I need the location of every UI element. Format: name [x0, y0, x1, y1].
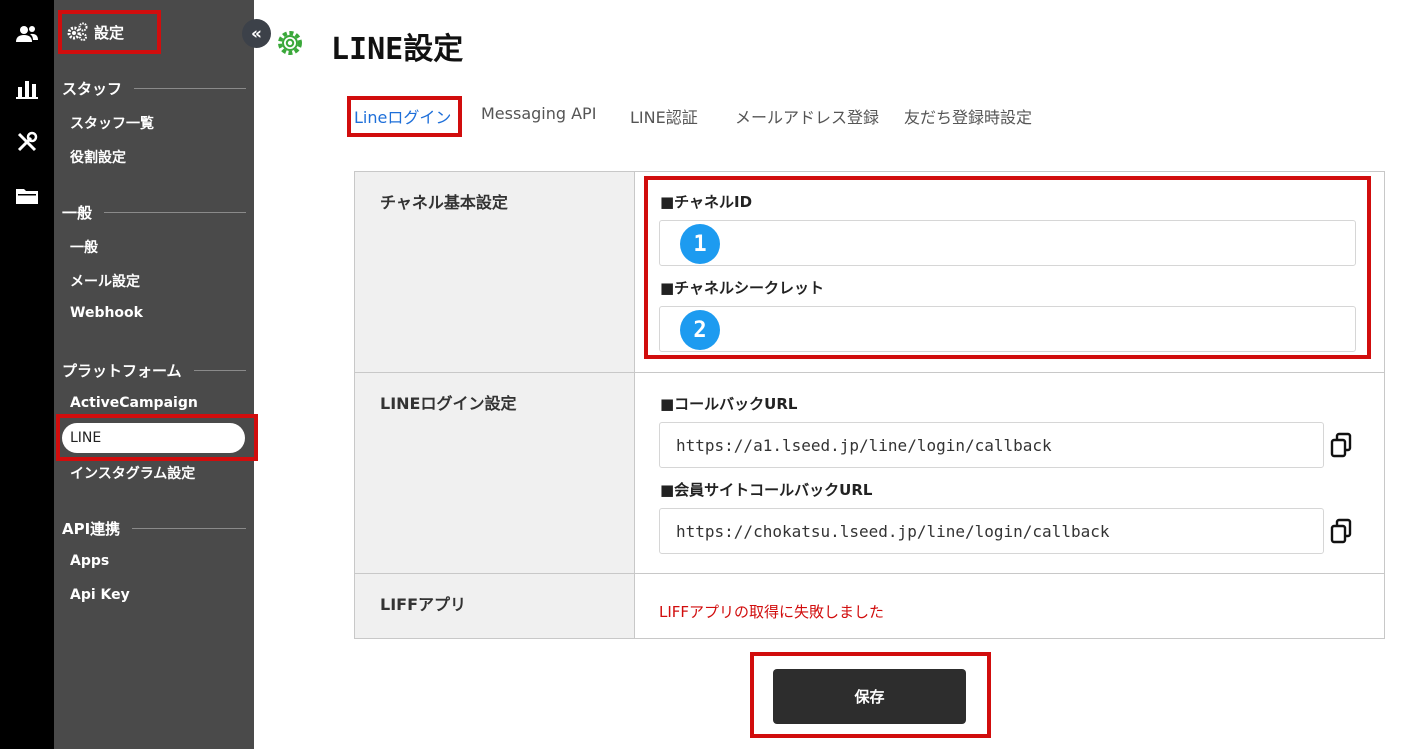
sidebar-item-mail-settings[interactable]: メール設定: [70, 271, 140, 291]
sidebar-item-activecampaign[interactable]: ActiveCampaign: [70, 395, 198, 411]
collapse-sidebar-button[interactable]: «: [242, 19, 271, 48]
channel-highlight-box: [644, 176, 1371, 359]
tab-line-login[interactable]: Lineログイン: [354, 104, 451, 128]
section-title-general: 一般: [62, 202, 246, 223]
callback-url-label: ■コールバックURL: [660, 395, 798, 413]
gear-icon: [274, 27, 306, 63]
tools-icon[interactable]: [13, 128, 41, 156]
icon-rail: [0, 0, 54, 749]
sidebar-item-roles[interactable]: 役割設定: [70, 147, 126, 167]
tab-friend-registration[interactable]: 友だち登録時設定: [904, 104, 1032, 128]
settings-header-label: 設定: [94, 23, 125, 42]
copy-icon[interactable]: [1329, 518, 1353, 544]
sidebar-item-apps[interactable]: Apps: [70, 553, 109, 569]
settings-sidebar: 設定 スタッフ スタッフ一覧 役割設定 一般 一般 メール設定 Webhook …: [54, 0, 254, 749]
row-label-liff: LIFFアプリ: [355, 574, 635, 638]
page-title: LINE設定: [331, 32, 464, 67]
tab-line-auth[interactable]: LINE認証: [630, 104, 698, 128]
member-callback-url-input[interactable]: https://chokatsu.lseed.jp/line/login/cal…: [659, 508, 1324, 554]
users-icon[interactable]: [13, 20, 41, 48]
callback-url-input[interactable]: https://a1.lseed.jp/line/login/callback: [659, 422, 1324, 468]
sidebar-item-instagram[interactable]: インスタグラム設定: [70, 463, 195, 483]
settings-header[interactable]: 設定: [58, 10, 161, 54]
sidebar-item-general[interactable]: 一般: [70, 237, 98, 257]
row-liff-app: LIFFアプリ LIFFアプリの取得に失敗しました: [355, 574, 1384, 638]
section-title-staff: スタッフ: [62, 78, 246, 99]
chart-icon[interactable]: [13, 74, 41, 102]
row-label-channel: チャネル基本設定: [355, 172, 635, 372]
line-highlight-box: [56, 414, 258, 461]
tab-messaging-api[interactable]: Messaging API: [481, 104, 596, 123]
save-button[interactable]: 保存: [773, 669, 966, 724]
copy-icon[interactable]: [1329, 432, 1353, 458]
liff-error-message: LIFFアプリの取得に失敗しました: [659, 603, 885, 621]
tab-email-registration[interactable]: メールアドレス登録: [735, 104, 879, 128]
section-title-platform: プラットフォーム: [62, 360, 246, 381]
section-title-api: API連携: [62, 518, 246, 539]
sidebar-item-webhook[interactable]: Webhook: [70, 305, 143, 321]
member-callback-url-label: ■会員サイトコールバックURL: [660, 481, 873, 499]
folder-icon[interactable]: [13, 182, 41, 210]
row-line-login-settings: LINEログイン設定 ■コールバックURL https://a1.lseed.j…: [355, 373, 1384, 574]
gears-icon: [66, 22, 88, 42]
row-label-line-login: LINEログイン設定: [355, 373, 635, 573]
sidebar-item-api-key[interactable]: Api Key: [70, 587, 130, 603]
sidebar-item-staff-list[interactable]: スタッフ一覧: [70, 113, 154, 133]
